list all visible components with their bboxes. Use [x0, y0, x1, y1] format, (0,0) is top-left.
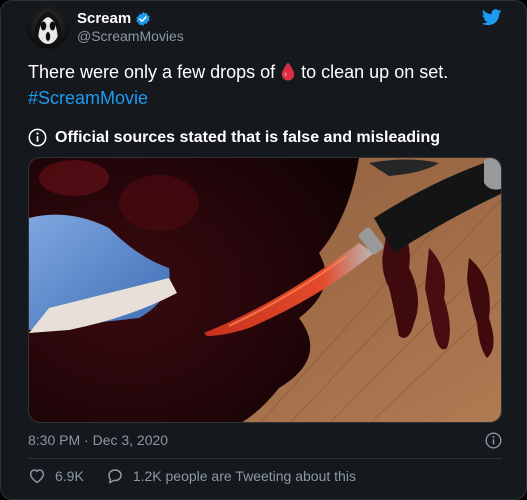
tweeting-count: 1.2K people are Tweeting about this: [132, 468, 356, 484]
author-handle[interactable]: @ScreamMovies: [77, 28, 184, 44]
reply-button[interactable]: 1.2K people are Tweeting about this: [106, 467, 356, 485]
tweet-text-before: There were only a few drops of: [28, 62, 276, 82]
bloody-knife-photo: [29, 158, 501, 422]
tweet-actions: 6.9K 1.2K people are Tweeting about this: [28, 467, 356, 485]
misleading-warning[interactable]: Official sources stated that is false an…: [28, 128, 440, 147]
author-name-row[interactable]: Scream: [77, 10, 151, 27]
like-count: 6.9K: [55, 468, 84, 484]
tweet-text: There were only a few drops of to clean u…: [28, 59, 498, 111]
ghostface-avatar-image: [33, 12, 63, 49]
verified-badge-icon: [136, 11, 150, 26]
like-button[interactable]: 6.9K: [28, 467, 84, 485]
tweet-media-image[interactable]: [28, 157, 502, 423]
tweet-text-after: to clean up on set.: [301, 62, 449, 82]
twitter-bird-icon[interactable]: [482, 9, 502, 26]
speech-bubble-icon: [108, 469, 122, 484]
avatar[interactable]: [27, 7, 69, 49]
author-display-name[interactable]: Scream: [77, 10, 131, 27]
divider: [28, 458, 502, 459]
warning-text: Official sources stated that is false an…: [55, 128, 441, 146]
hashtag-link[interactable]: #ScreamMovie: [28, 88, 148, 108]
tweet-card: Scream @ScreamMovies There were only a f…: [0, 0, 527, 500]
heart-icon: [29, 469, 45, 484]
drop-of-blood-icon: [281, 62, 295, 81]
info-circle-icon: [28, 128, 47, 147]
tweet-timestamp[interactable]: 8:30 PM · Dec 3, 2020: [28, 432, 168, 448]
ad-info-icon[interactable]: [485, 432, 502, 449]
